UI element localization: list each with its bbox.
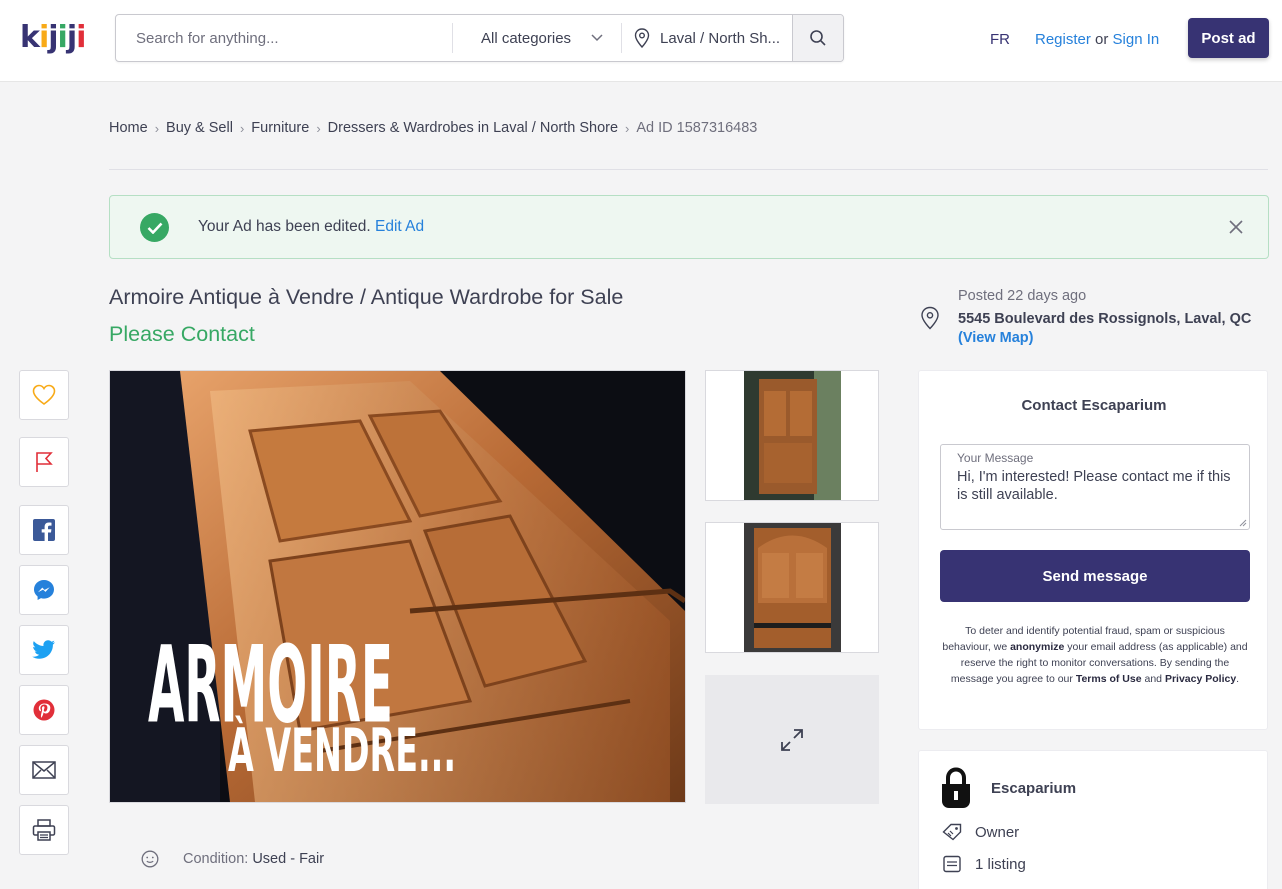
messenger-icon — [34, 580, 54, 600]
breadcrumb: Home › Buy & Sell › Furniture › Dressers… — [109, 120, 757, 136]
chevron-down-icon — [591, 34, 603, 42]
site-header: kijiji All categories Laval / North Sh..… — [0, 0, 1282, 82]
message-textarea[interactable]: Your Message Hi, I'm interested! Please … — [940, 444, 1250, 530]
language-toggle[interactable]: FR — [990, 31, 1010, 48]
search-bar: All categories Laval / North Sh... — [115, 14, 844, 62]
condition-attribute: Condition: Used - Fair — [141, 850, 324, 868]
condition-smile-icon — [141, 850, 159, 868]
armoire-thumbnail-image — [743, 523, 841, 652]
send-message-button[interactable]: Send message — [940, 550, 1250, 602]
heart-icon — [32, 384, 56, 405]
share-email-button[interactable] — [19, 745, 69, 795]
facebook-icon — [33, 519, 55, 541]
location-pin-icon — [634, 28, 650, 48]
search-icon — [810, 30, 826, 46]
breadcrumb-separator-icon: › — [154, 120, 160, 136]
breadcrumb-divider — [109, 169, 1268, 170]
auth-or-text: or — [1095, 31, 1109, 48]
breadcrumb-separator-icon: › — [316, 120, 321, 136]
post-ad-button[interactable]: Post ad — [1188, 18, 1269, 58]
report-button[interactable] — [19, 437, 69, 487]
view-map-link[interactable]: (View Map) — [958, 330, 1033, 346]
register-link[interactable]: Register — [1035, 31, 1091, 48]
breadcrumb-home[interactable]: Home — [109, 120, 148, 136]
ad-title: Armoire Antique à Vendre / Antique Wardr… — [109, 285, 624, 309]
breadcrumb-furniture[interactable]: Furniture — [251, 120, 309, 136]
edit-ad-link[interactable]: Edit Ad — [375, 218, 424, 235]
ad-address: 5545 Boulevard des Rossignols, Laval, QC — [958, 311, 1252, 327]
message-text: Hi, I'm interested! Please contact me if… — [957, 469, 1231, 503]
seller-name[interactable]: Escaparium — [991, 780, 1076, 797]
banner-message: Your Ad has been edited. Edit Ad — [198, 218, 424, 236]
success-banner: Your Ad has been edited. Edit Ad — [109, 195, 1269, 259]
posted-date: Posted 22 days ago — [958, 288, 1087, 304]
email-icon — [32, 761, 56, 779]
privacy-policy-link[interactable]: Privacy Policy — [1165, 673, 1236, 685]
seller-card: Escaparium Owner 1 listing — [918, 750, 1268, 889]
seller-type: Owner — [975, 823, 1020, 841]
flag-icon — [36, 452, 53, 472]
breadcrumb-buy-sell[interactable]: Buy & Sell — [166, 120, 233, 136]
breadcrumb-ad-id: Ad ID 1587316483 — [636, 120, 758, 136]
pinterest-icon — [33, 699, 55, 721]
favourite-button[interactable] — [19, 370, 69, 420]
twitter-icon — [32, 640, 55, 659]
share-pinterest-button[interactable] — [19, 685, 69, 735]
location-select[interactable]: Laval / North Sh... — [622, 15, 792, 61]
terms-of-use-link[interactable]: Terms of Use — [1076, 673, 1142, 685]
share-twitter-button[interactable] — [19, 625, 69, 675]
banner-text: Your Ad has been edited. — [198, 218, 371, 235]
close-icon — [1229, 220, 1243, 234]
print-icon — [32, 819, 56, 841]
disclaimer-end: . — [1236, 673, 1240, 685]
seller-type-row: Owner — [941, 823, 1019, 841]
condition-label: Condition: — [183, 851, 249, 867]
category-select-label: All categories — [481, 29, 572, 47]
thumbnail-2[interactable] — [705, 522, 879, 653]
category-select[interactable]: All categories — [453, 15, 621, 61]
check-circle-icon — [140, 213, 169, 242]
main-ad-image[interactable]: ARMOIRE À VENDRE... — [109, 370, 686, 803]
image-overlay-text-2: À VENDRE... — [228, 715, 456, 786]
print-button[interactable] — [19, 805, 69, 855]
location-label: Laval / North Sh... — [660, 29, 781, 47]
search-input[interactable] — [116, 15, 452, 61]
seller-listings[interactable]: 1 listing — [975, 856, 1026, 873]
contact-card: Contact Escaparium Your Message Hi, I'm … — [918, 370, 1268, 730]
seller-listings-row: 1 listing — [941, 855, 1026, 873]
contact-title: Contact Escaparium — [1021, 397, 1167, 414]
armoire-thumbnail-image — [743, 371, 841, 500]
listings-icon — [943, 855, 961, 873]
breadcrumb-separator-icon: › — [239, 120, 245, 136]
condition-value: Used - Fair — [252, 851, 325, 867]
seller-lock-avatar-icon[interactable] — [939, 767, 973, 809]
sign-in-link[interactable]: Sign In — [1113, 31, 1160, 48]
kijiji-logo[interactable]: kijiji — [20, 20, 86, 55]
auth-links: Register or Sign In — [1035, 31, 1159, 48]
disclaimer-and: and — [1144, 673, 1163, 685]
thumbnail-1[interactable] — [705, 370, 879, 501]
breadcrumb-separator-icon: › — [625, 120, 630, 136]
expand-icon — [781, 728, 803, 751]
armoire-photo-image: ARMOIRE À VENDRE... — [110, 371, 685, 802]
banner-close-button[interactable] — [1222, 213, 1250, 241]
breadcrumb-dressers[interactable]: Dressers & Wardrobes in Laval / North Sh… — [328, 120, 618, 136]
tag-icon — [942, 823, 962, 841]
message-label: Your Message — [957, 451, 1034, 465]
resize-handle-icon — [1239, 519, 1247, 527]
search-button[interactable] — [792, 15, 843, 61]
disclaimer-anonymize: anonymize — [1010, 641, 1065, 653]
share-messenger-button[interactable] — [19, 565, 69, 615]
ad-price: Please Contact — [109, 322, 255, 346]
contact-disclaimer: To deter and identify potential fraud, s… — [940, 623, 1250, 687]
share-facebook-button[interactable] — [19, 505, 69, 555]
location-pin-icon — [921, 306, 939, 330]
expand-gallery-button[interactable] — [705, 675, 879, 804]
